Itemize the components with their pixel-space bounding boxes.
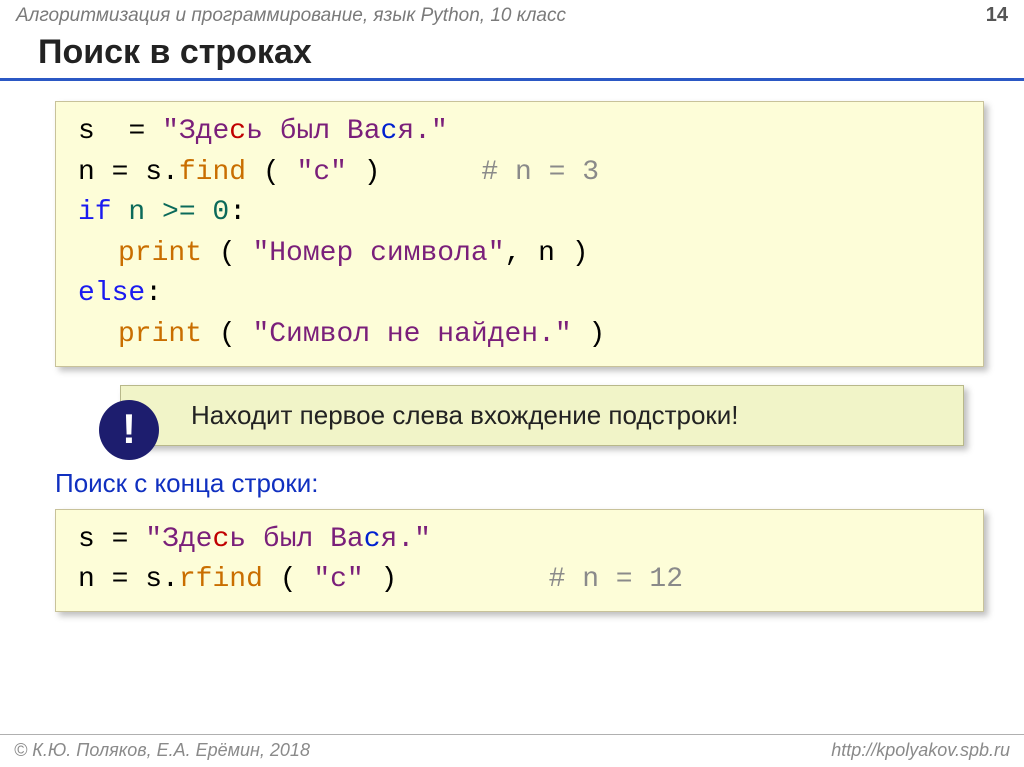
code-line: n = s.rfind ( "с" ) # n = 12 [78,560,965,601]
exclamation-icon: ! [99,400,159,460]
code-line: n = s.find ( "с" ) # n = 3 [78,153,965,194]
page-number: 14 [986,4,1008,27]
header-bar: Алгоритмизация и программирование, язык … [0,0,1024,29]
code-line: s = "Здесь был Вася." [78,112,965,153]
footer-link: http://kpolyakov.spb.ru [831,740,1010,761]
code-line: else: [78,274,965,315]
footer: © К.Ю. Поляков, Е.А. Ерёмин, 2018 http:/… [0,734,1024,767]
code-block-rfind: s = "Здесь был Вася." n = s.rfind ( "с" … [55,509,984,612]
subheading: Поиск с конца строки: [0,468,1024,499]
copyright: © К.Ю. Поляков, Е.А. Ерёмин, 2018 [14,740,310,761]
course-title: Алгоритмизация и программирование, язык … [16,5,566,27]
code-line: s = "Здесь был Вася." [78,520,965,561]
callout-note: ! Находит первое слева вхождение подстро… [120,385,964,446]
code-line: if n >= 0: [78,193,965,234]
code-line: print ( "Номер символа", n ) [78,234,965,275]
code-block-find: s = "Здесь был Вася." n = s.find ( "с" )… [55,101,984,367]
code-line: print ( "Символ не найден." ) [78,315,965,356]
page-title: Поиск в строках [0,29,1024,81]
callout-text: Находит первое слева вхождение подстроки… [191,400,739,430]
